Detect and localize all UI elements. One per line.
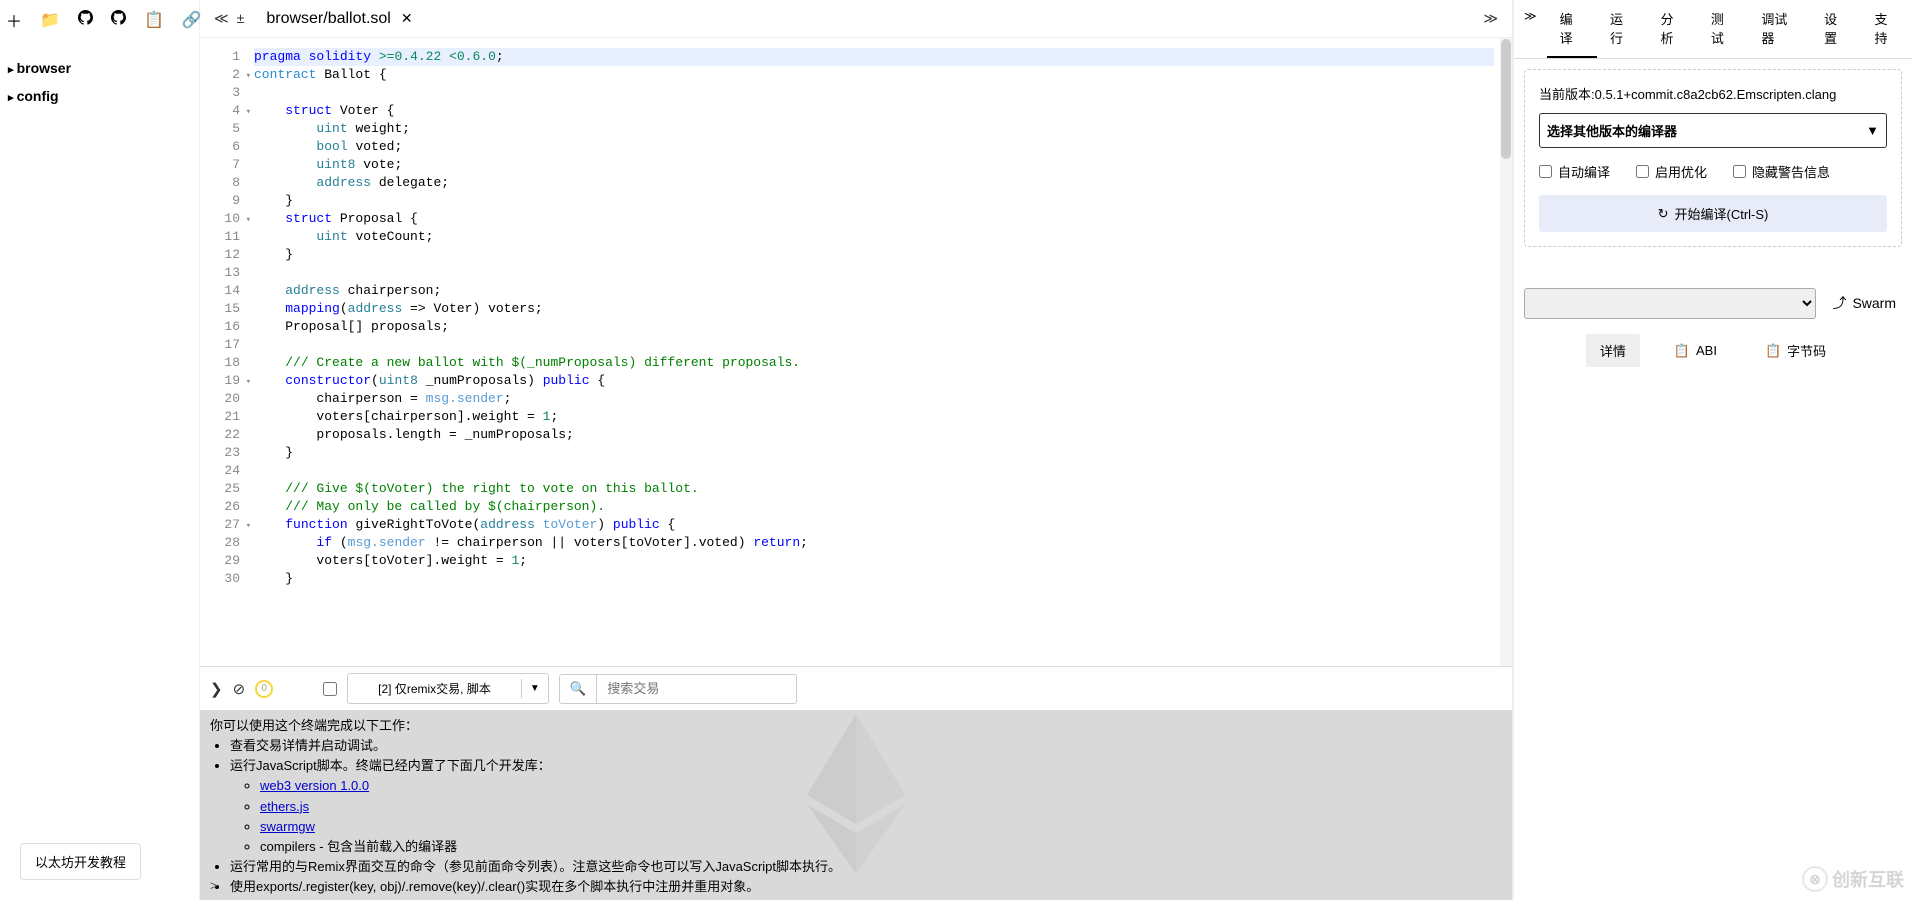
tab-title: browser/ballot.sol [266, 10, 391, 28]
chevron-down-icon[interactable]: ▼ [521, 679, 548, 698]
tab-support[interactable]: 支持 [1862, 0, 1912, 58]
swarm-publish[interactable]: ⤴ Swarm [1826, 287, 1902, 319]
new-file-icon[interactable]: ＋ [6, 8, 22, 32]
terminal-filter-dropdown[interactable]: [2] 仅remix交易, 脚本 ▼ [347, 673, 549, 704]
right-panel-tabs: ≫ 编译 运行 分析 测试 调试器 设置 支持 [1514, 0, 1912, 59]
tutorial-button[interactable]: 以太坊开发教程 [20, 843, 141, 880]
refresh-icon: ↻ [1658, 206, 1669, 222]
terminal-collapse-icon[interactable]: ❯ [210, 680, 223, 698]
opt-optimize[interactable]: 启用优化 [1636, 162, 1707, 181]
tab-settings[interactable]: 设置 [1811, 0, 1861, 58]
terminal-lib-item[interactable]: web3 version 1.0.0 [260, 776, 1502, 796]
panel-collapse-icon[interactable]: ≫ [1514, 0, 1547, 58]
chevron-down-icon: ▼ [1866, 123, 1879, 138]
tab-close-icon[interactable]: ✕ [401, 10, 413, 27]
tab-debugger[interactable]: 调试器 [1748, 0, 1811, 58]
editor-scrollbar[interactable] [1500, 38, 1512, 666]
tabs-scroll-left-icon[interactable]: ≪ [214, 10, 229, 27]
clipboard-icon: 📋 [1674, 343, 1690, 359]
terminal-bullet: 使用exports/.register(key, obj)/.remove(ke… [230, 877, 1502, 897]
code-area[interactable]: pragma solidity >=0.4.22 <0.6.0;contract… [248, 38, 1500, 666]
terminal-lib-item[interactable]: ethers.js [260, 797, 1502, 817]
main-column: ≪ ± browser/ballot.sol ✕ ≫ 1234567891011… [200, 0, 1512, 900]
terminal-search-input[interactable] [597, 674, 797, 704]
tabs-scroll-right-icon[interactable]: ≫ [1483, 10, 1498, 27]
tree-folder-config[interactable]: config [6, 82, 193, 110]
opt-auto-compile[interactable]: 自动编译 [1539, 162, 1610, 181]
github-gist-icon[interactable] [111, 10, 126, 30]
tab-run[interactable]: 运行 [1597, 0, 1647, 58]
terminal-bullet: 运行常用的与Remix界面交互的命令（参见前面命令列表）。注意这些命令也可以写入… [230, 857, 1502, 877]
abi-button[interactable]: 📋ABI [1659, 333, 1732, 368]
editor-tab-active[interactable]: browser/ballot.sol ✕ [254, 4, 424, 34]
github-icon[interactable] [78, 10, 93, 30]
terminal-listen-checkbox[interactable] [323, 682, 337, 696]
terminal-clear-icon[interactable]: ⊘ [233, 680, 246, 698]
link-icon[interactable]: 🔗 [182, 10, 202, 30]
terminal-bullet: 运行JavaScript脚本。终端已经内置了下面几个开发库： web3 vers… [230, 756, 1502, 857]
compile-section: 当前版本:0.5.1+commit.c8a2cb62.Emscripten.cl… [1524, 69, 1902, 247]
tabs-add-icon[interactable]: ± [237, 10, 245, 27]
search-icon: 🔍 [570, 681, 587, 696]
line-gutter: 1234567891011121314151617181920212223242… [200, 38, 248, 666]
terminal-intro: 你可以使用这个终端完成以下工作： [210, 716, 1502, 736]
editor-tabbar: ≪ ± browser/ballot.sol ✕ ≫ [200, 0, 1512, 38]
contract-select-row: ⤴ Swarm [1514, 287, 1912, 319]
file-explorer-panel: ＋ 📁 📋 🔗 browser config 以太坊开发教程 [0, 0, 200, 900]
terminal-bullet: 查看交易详情并启动调试。 [230, 736, 1502, 756]
terminal-output[interactable]: 你可以使用这个终端完成以下工作： 查看交易详情并启动调试。 运行JavaScri… [200, 710, 1512, 900]
tab-analysis[interactable]: 分析 [1647, 0, 1697, 58]
terminal-filter-label: [2] 仅remix交易, 脚本 [348, 674, 521, 703]
upload-icon: ⤴ [1832, 293, 1846, 313]
right-panel: ≫ 编译 运行 分析 测试 调试器 设置 支持 当前版本:0.5.1+commi… [1512, 0, 1912, 900]
pending-tx-badge[interactable]: 0 [255, 680, 273, 698]
folder-open-icon[interactable]: 📁 [40, 10, 60, 30]
tree-folder-browser[interactable]: browser [6, 54, 193, 82]
details-button[interactable]: 详情 [1585, 333, 1641, 368]
bytecode-button[interactable]: 📋字节码 [1750, 333, 1841, 368]
compiler-version-label: 当前版本:0.5.1+commit.c8a2cb62.Emscripten.cl… [1539, 84, 1887, 103]
file-toolbar: ＋ 📁 📋 🔗 [0, 0, 199, 40]
compiler-version-select[interactable]: 选择其他版本的编译器 ▼ [1539, 113, 1887, 148]
contract-info-buttons: 详情 📋ABI 📋字节码 [1514, 319, 1912, 382]
terminal-search-button[interactable]: 🔍 [559, 674, 598, 704]
terminal-lib-item[interactable]: swarmgw [260, 817, 1502, 837]
terminal-toolbar: ❯ ⊘ 0 [2] 仅remix交易, 脚本 ▼ 🔍 [200, 666, 1512, 710]
clipboard-icon[interactable]: 📋 [144, 10, 164, 30]
clipboard-icon: 📋 [1765, 343, 1781, 359]
terminal-lib-item: compilers - 包含当前载入的编译器 [260, 837, 1502, 857]
contract-select[interactable] [1524, 288, 1816, 319]
terminal-prompt[interactable]: > [210, 876, 218, 896]
file-tree: browser config [0, 40, 199, 124]
tab-compile[interactable]: 编译 [1547, 0, 1597, 58]
tab-testing[interactable]: 测试 [1698, 0, 1748, 58]
compile-button[interactable]: ↻ 开始编译(Ctrl-S) [1539, 195, 1887, 232]
code-editor[interactable]: 1234567891011121314151617181920212223242… [200, 38, 1512, 666]
page-watermark: ⊗创新互联 [1802, 866, 1904, 892]
opt-hide-warnings[interactable]: 隐藏警告信息 [1733, 162, 1830, 181]
